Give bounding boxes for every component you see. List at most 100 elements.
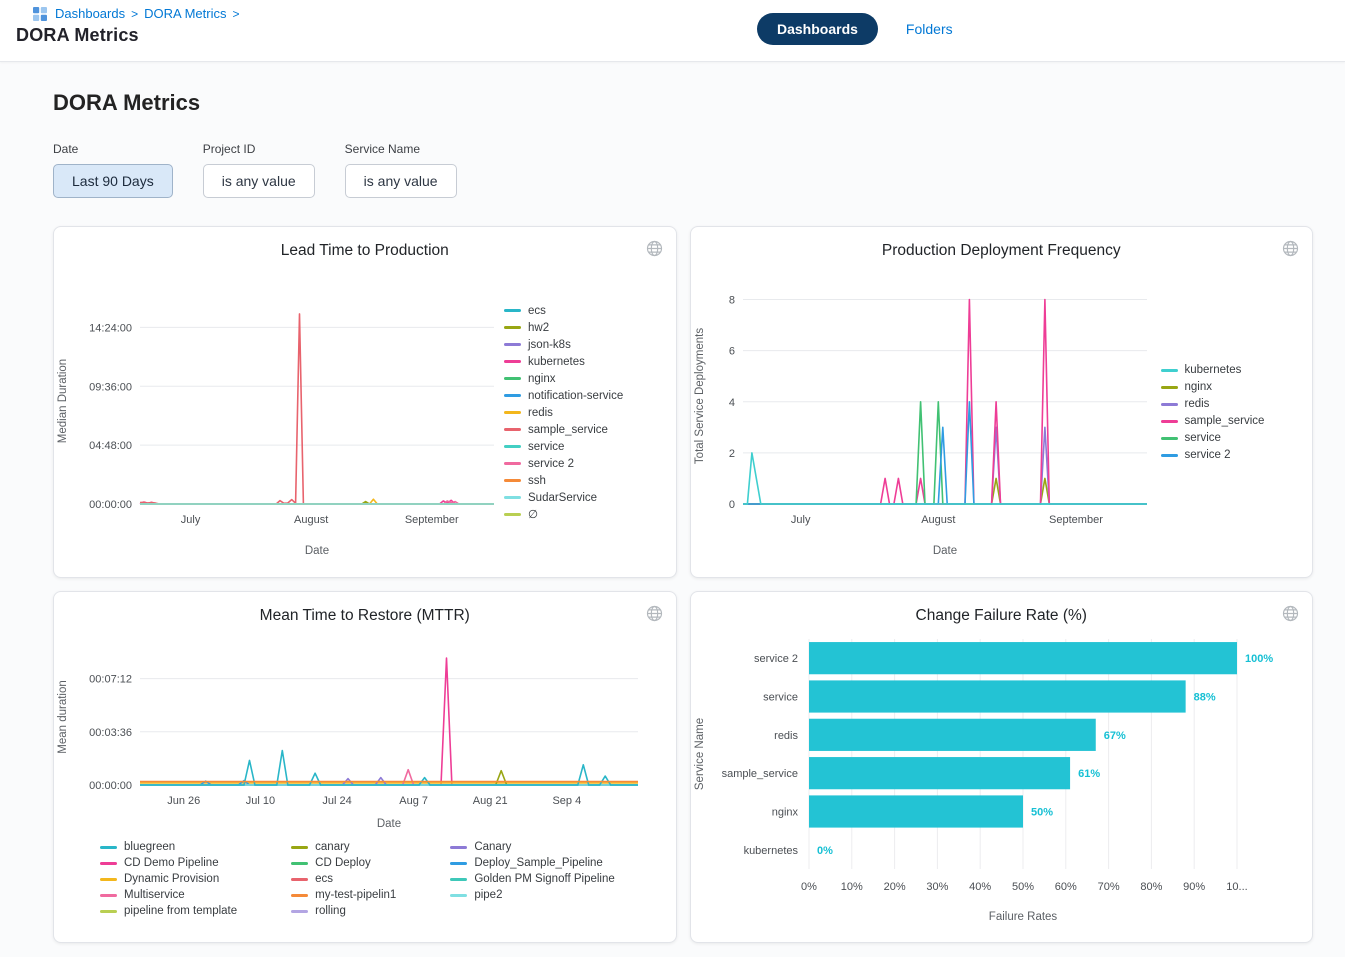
x-tick-label: 30% bbox=[926, 881, 948, 893]
card-change-failure-rate: Change Failure Rate (%) 0%10%20%30%40%50… bbox=[690, 591, 1314, 943]
x-axis-title: Date bbox=[377, 818, 401, 830]
legend-item-nginx[interactable]: nginx bbox=[1161, 380, 1307, 394]
tab-folders[interactable]: Folders bbox=[906, 21, 953, 37]
legend-item-service 2[interactable]: service 2 bbox=[504, 457, 658, 471]
legend-swatch bbox=[504, 360, 521, 363]
grid-icon bbox=[33, 7, 47, 21]
legend-swatch bbox=[291, 910, 308, 913]
legend-label: nginx bbox=[528, 372, 556, 386]
y-axis-title: Mean duration bbox=[57, 680, 69, 754]
legend-item-redis[interactable]: redis bbox=[504, 406, 658, 420]
x-tick-label: 50% bbox=[1011, 881, 1033, 893]
line-plot: 02468JulyAugustSeptemberDateTotal Servic… bbox=[691, 260, 1161, 560]
filter-date-value-button[interactable]: Last 90 Days bbox=[53, 164, 173, 198]
legend-item-ecs[interactable]: ecs bbox=[291, 872, 396, 886]
bar-nginx[interactable] bbox=[809, 795, 1023, 827]
bar-value-label: 67% bbox=[1103, 730, 1125, 742]
mttr-legend: bluegreen CD Demo Pipeline Dynamic Provisi… bbox=[100, 840, 615, 918]
legend-label: ecs bbox=[528, 304, 546, 318]
tab-dashboards[interactable]: Dashboards bbox=[757, 13, 878, 45]
legend-item-hw2[interactable]: hw2 bbox=[504, 321, 658, 335]
view-tabs: Dashboards Folders bbox=[757, 13, 953, 45]
filter-project-id-value-button[interactable]: is any value bbox=[203, 164, 315, 198]
legend-item-json-k8s[interactable]: json-k8s bbox=[504, 338, 658, 352]
legend-item-ecs[interactable]: ecs bbox=[504, 304, 658, 318]
legend-item-service[interactable]: service bbox=[504, 440, 658, 454]
legend-item-Golden PM Signoff Pipeline[interactable]: Golden PM Signoff Pipeline bbox=[450, 872, 614, 886]
filter-service-name: Service Name is any value bbox=[345, 142, 457, 198]
legend-item-Multiservice[interactable]: Multiservice bbox=[100, 888, 237, 902]
x-tick-label: Sep 4 bbox=[552, 795, 581, 807]
legend-item-rolling[interactable]: rolling bbox=[291, 904, 396, 918]
legend-item-SudarService[interactable]: SudarService bbox=[504, 491, 658, 505]
x-axis-title: Date bbox=[305, 545, 329, 557]
legend-item-CD Deploy[interactable]: CD Deploy bbox=[291, 856, 396, 870]
legend-item-redis[interactable]: redis bbox=[1161, 397, 1307, 411]
bar-service 2[interactable] bbox=[809, 642, 1237, 674]
legend-item-pipeline from template[interactable]: pipeline from template bbox=[100, 904, 237, 918]
bar-category-label: service 2 bbox=[753, 653, 797, 665]
legend-item-Dynamic Provision[interactable]: Dynamic Provision bbox=[100, 872, 237, 886]
legend-swatch bbox=[1161, 437, 1178, 440]
legend-label: CD Demo Pipeline bbox=[124, 856, 219, 870]
legend-item-nginx[interactable]: nginx bbox=[504, 372, 658, 386]
legend-item-pipe2[interactable]: pipe2 bbox=[450, 888, 614, 902]
legend-item-service[interactable]: service bbox=[1161, 431, 1307, 445]
legend-swatch bbox=[504, 326, 521, 329]
lead-time-legend: ecs hw2 json-k8s kubernetes nginx notificatio… bbox=[504, 304, 664, 522]
breadcrumb-separator: > bbox=[232, 7, 239, 21]
legend-item-CD Demo Pipeline[interactable]: CD Demo Pipeline bbox=[100, 856, 237, 870]
bar-service[interactable] bbox=[809, 680, 1186, 712]
card-lead-time-to-production: Lead Time to Production 00:00:0004:48:00… bbox=[53, 226, 677, 578]
breadcrumb-item-dashboards[interactable]: Dashboards bbox=[55, 6, 125, 21]
legend-swatch bbox=[504, 394, 521, 397]
legend-item-sample_service[interactable]: sample_service bbox=[1161, 414, 1307, 428]
change-failure-rate-chart: 0%10%20%30%40%50%60%70%80%90%10...servic… bbox=[691, 625, 1297, 932]
x-tick-label: July bbox=[790, 514, 810, 526]
y-tick-label: 6 bbox=[728, 346, 734, 358]
line-plot: 00:00:0000:03:3600:07:12Jun 26Jul 10Jul … bbox=[54, 625, 654, 833]
legend-item-canary[interactable]: canary bbox=[291, 840, 396, 854]
x-tick-label: August bbox=[921, 514, 955, 526]
y-axis-title: Service Name bbox=[694, 718, 706, 790]
legend-label: Golden PM Signoff Pipeline bbox=[474, 872, 614, 886]
legend-item-∅[interactable]: ∅ bbox=[504, 508, 658, 522]
y-tick-label: 4 bbox=[728, 397, 734, 409]
legend-label: bluegreen bbox=[124, 840, 175, 854]
legend-swatch bbox=[450, 894, 467, 897]
legend-label: canary bbox=[315, 840, 350, 854]
legend-item-notification-service[interactable]: notification-service bbox=[504, 389, 658, 403]
legend-label: my-test-pipelin1 bbox=[315, 888, 396, 902]
legend-label: sample_service bbox=[528, 423, 608, 437]
legend-item-kubernetes[interactable]: kubernetes bbox=[504, 355, 658, 369]
legend-label: pipe2 bbox=[474, 888, 502, 902]
legend-swatch bbox=[504, 479, 521, 482]
y-tick-label: 00:03:36 bbox=[89, 727, 132, 739]
legend-label: Multiservice bbox=[124, 888, 185, 902]
legend-swatch bbox=[1161, 386, 1178, 389]
breadcrumb-item-dora-metrics[interactable]: DORA Metrics bbox=[144, 6, 226, 21]
legend-item-ssh[interactable]: ssh bbox=[504, 474, 658, 488]
bar-sample_service[interactable] bbox=[809, 757, 1070, 789]
bar-value-label: 0% bbox=[817, 845, 833, 857]
legend-item-kubernetes[interactable]: kubernetes bbox=[1161, 363, 1307, 377]
legend-label: redis bbox=[528, 406, 553, 420]
dashboard-grid: Lead Time to Production 00:00:0004:48:00… bbox=[53, 226, 1313, 943]
bar-redis[interactable] bbox=[809, 719, 1096, 751]
legend-item-Canary[interactable]: Canary bbox=[450, 840, 614, 854]
legend-item-Deploy_Sample_Pipeline[interactable]: Deploy_Sample_Pipeline bbox=[450, 856, 614, 870]
series-line-bluegreen bbox=[140, 751, 638, 786]
legend-swatch bbox=[100, 910, 117, 913]
legend-label: kubernetes bbox=[528, 355, 585, 369]
bar-value-label: 61% bbox=[1078, 768, 1100, 780]
legend-item-service 2[interactable]: service 2 bbox=[1161, 448, 1307, 462]
legend-label: ∅ bbox=[528, 508, 538, 522]
filter-service-name-value-button[interactable]: is any value bbox=[345, 164, 457, 198]
legend-swatch bbox=[100, 894, 117, 897]
legend-item-bluegreen[interactable]: bluegreen bbox=[100, 840, 237, 854]
legend-swatch bbox=[291, 862, 308, 865]
legend-item-sample_service[interactable]: sample_service bbox=[504, 423, 658, 437]
dashboard-heading: DORA Metrics bbox=[53, 90, 1313, 116]
legend-item-my-test-pipelin1[interactable]: my-test-pipelin1 bbox=[291, 888, 396, 902]
x-tick-label: 90% bbox=[1183, 881, 1205, 893]
